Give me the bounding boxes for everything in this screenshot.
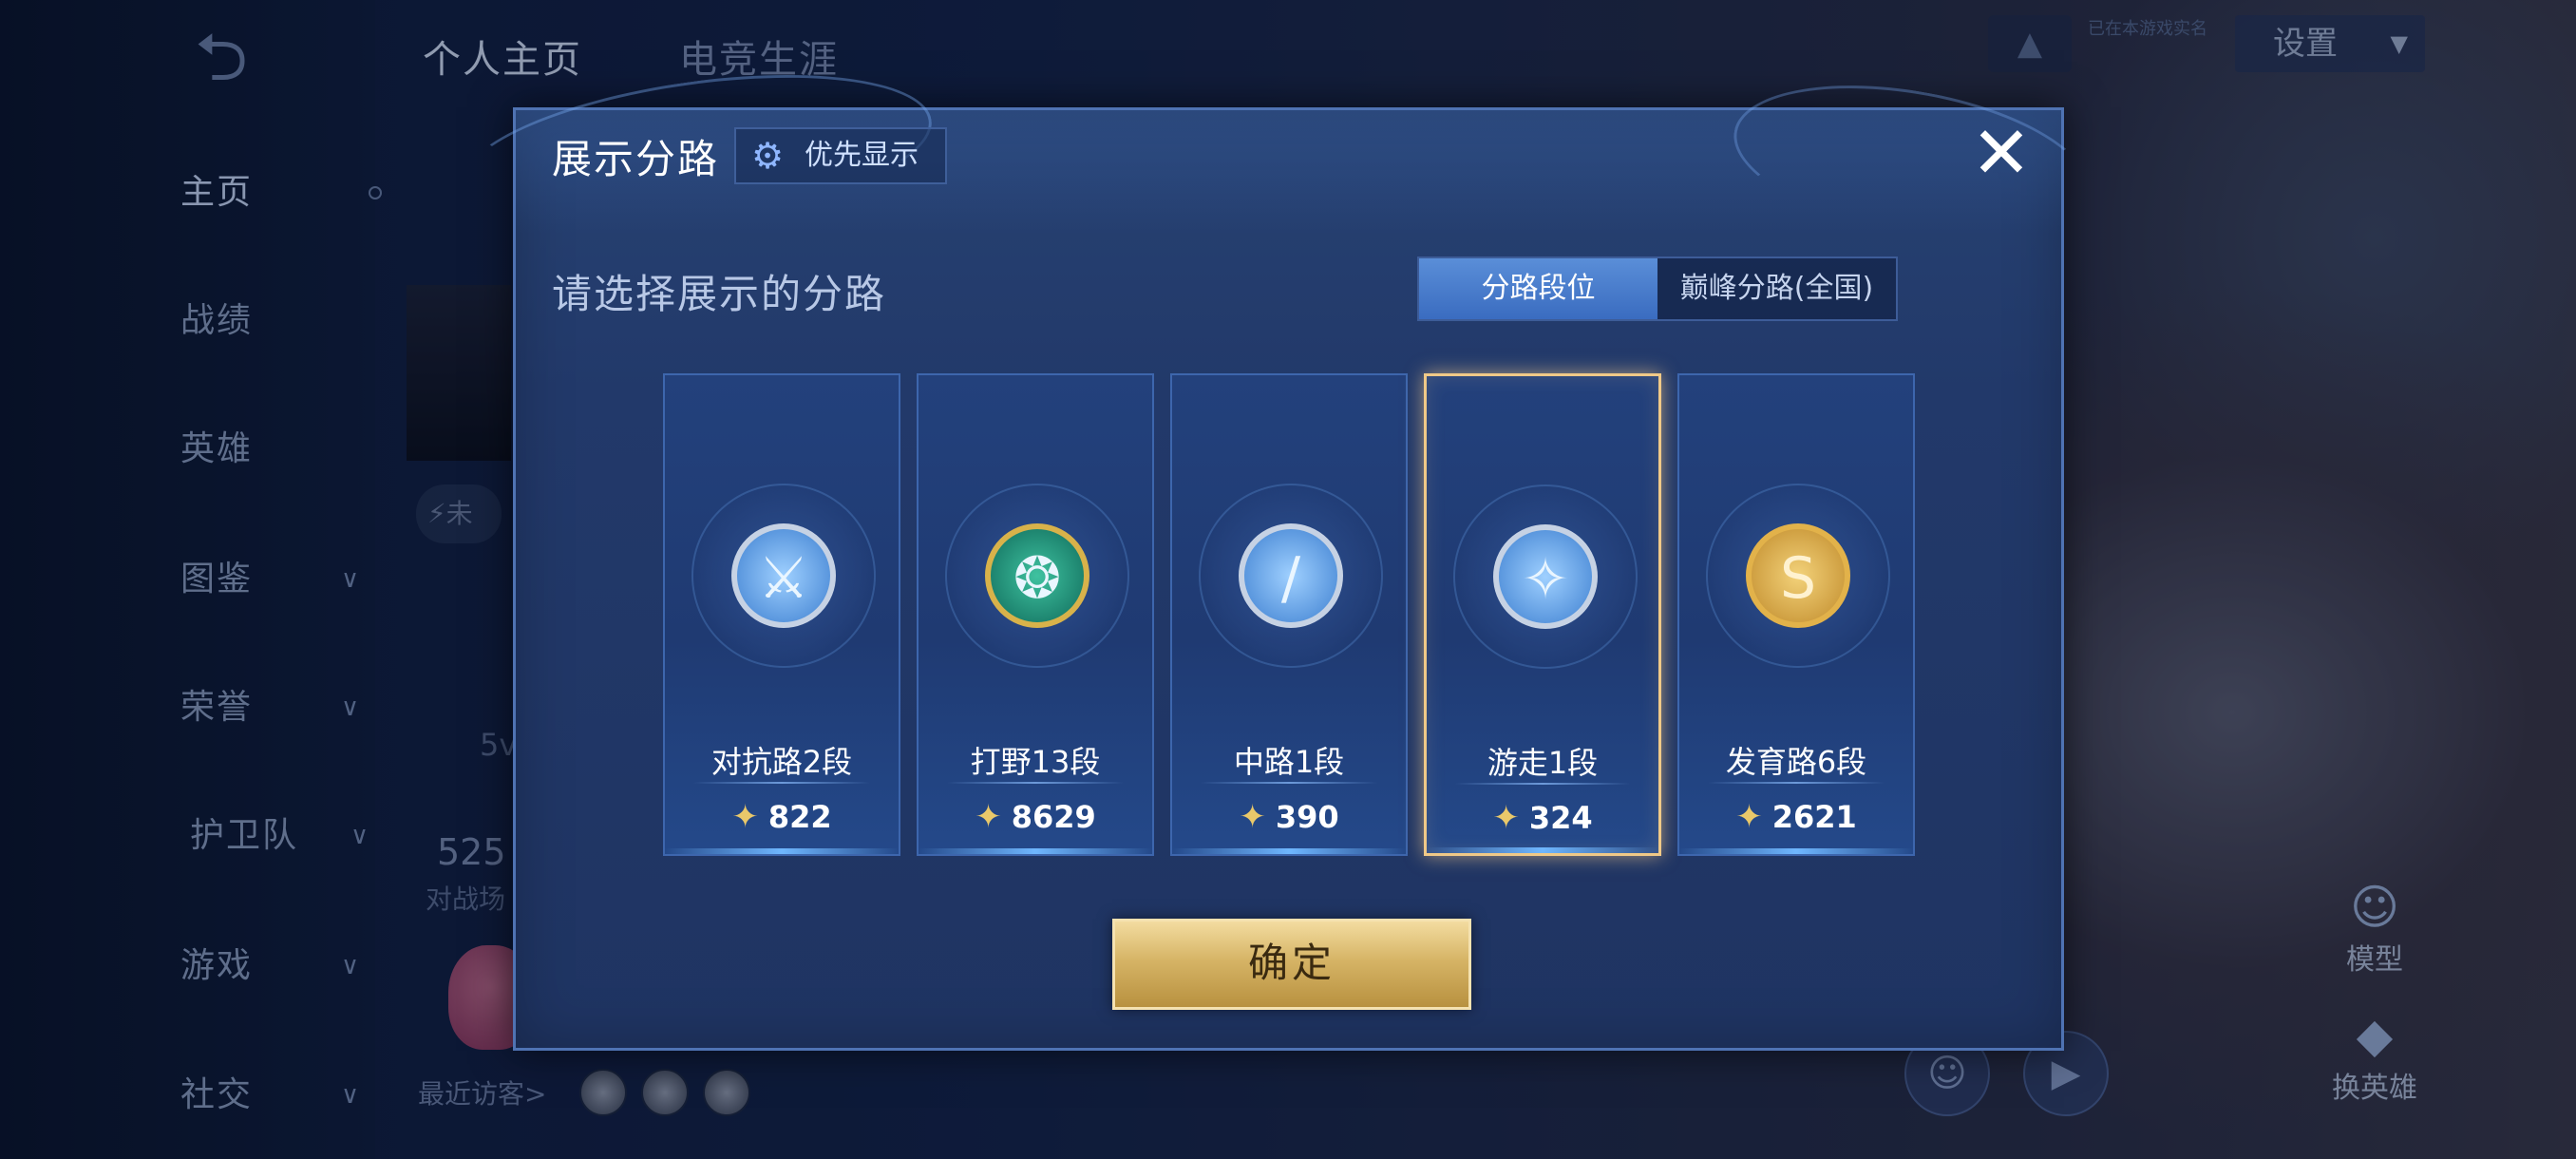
- lane-rank-label: 中路1段: [1233, 744, 1345, 780]
- divider: [947, 782, 1124, 784]
- lane-rank-label: 游走1段: [1487, 745, 1599, 781]
- lane-card-farm[interactable]: S 发育路6段 ✦ 2621: [1677, 373, 1915, 856]
- lane-score: ✦ 8629: [975, 798, 1096, 836]
- lane-score: ✦ 822: [731, 798, 832, 836]
- lane-score: ✦ 390: [1239, 798, 1339, 836]
- priority-label: 优先显示: [805, 139, 919, 172]
- lane-score: ✦ 324: [1492, 799, 1593, 837]
- divider: [693, 782, 870, 784]
- points-icon: ✦: [1239, 798, 1266, 836]
- lane-rank-label: 对抗路2段: [710, 744, 853, 780]
- tab-lane-rank[interactable]: 分路段位: [1419, 258, 1657, 319]
- lane-rank-label: 打野13段: [970, 744, 1101, 780]
- dialog-title: 展示分路: [552, 136, 720, 182]
- points-icon: ✦: [731, 798, 759, 836]
- lane-card-jungle[interactable]: ❂ 打野13段 ✦ 8629: [917, 373, 1154, 856]
- game-screen: ⮌ 主页 战绩 英雄 图鉴 ∨ 荣誉 ∨ 护卫队 ∨ 游戏 ∨ 社交 ∨ 个人主页 电竞生…: [0, 0, 2576, 1159]
- lane-display-dialog: 展示分路 ⚙ 优先显示 ✕ 请选择展示的分路 分路段位 巅峰分路(全国) ⚔ 对…: [450, 48, 2103, 1051]
- dragon-icon: ❂: [985, 523, 1089, 628]
- points-icon: ✦: [1492, 799, 1520, 837]
- tab-peak-lane[interactable]: 巅峰分路(全国): [1657, 258, 1896, 319]
- lane-card-mid[interactable]: ∕ 中路1段 ✦ 390: [1170, 373, 1408, 856]
- bow-icon: S: [1746, 523, 1850, 628]
- lane-score: ✦ 2621: [1735, 798, 1857, 836]
- crossed-swords-icon: ⚔: [731, 523, 836, 628]
- staff-icon: ∕: [1239, 523, 1343, 628]
- points-icon: ✦: [1735, 798, 1763, 836]
- priority-display-button[interactable]: ⚙ 优先显示: [734, 127, 947, 184]
- lane-rank-label: 发育路6段: [1725, 744, 1867, 780]
- lane-card-top[interactable]: ⚔ 对抗路2段 ✦ 822: [663, 373, 900, 856]
- close-icon[interactable]: ✕: [1965, 117, 2037, 192]
- dialog-subtitle: 请选择展示的分路: [552, 271, 887, 317]
- wings-icon: ✧: [1493, 524, 1598, 629]
- divider: [1455, 783, 1630, 785]
- points-icon: ✦: [975, 798, 1002, 836]
- gear-icon: ⚙: [751, 135, 785, 177]
- confirm-button[interactable]: 确定: [1112, 919, 1471, 1010]
- lane-card-roam[interactable]: ✧ 游走1段 ✦ 324: [1424, 373, 1661, 856]
- divider: [1708, 782, 1885, 784]
- divider: [1201, 782, 1377, 784]
- mode-switch: 分路段位 巅峰分路(全国): [1417, 256, 1898, 321]
